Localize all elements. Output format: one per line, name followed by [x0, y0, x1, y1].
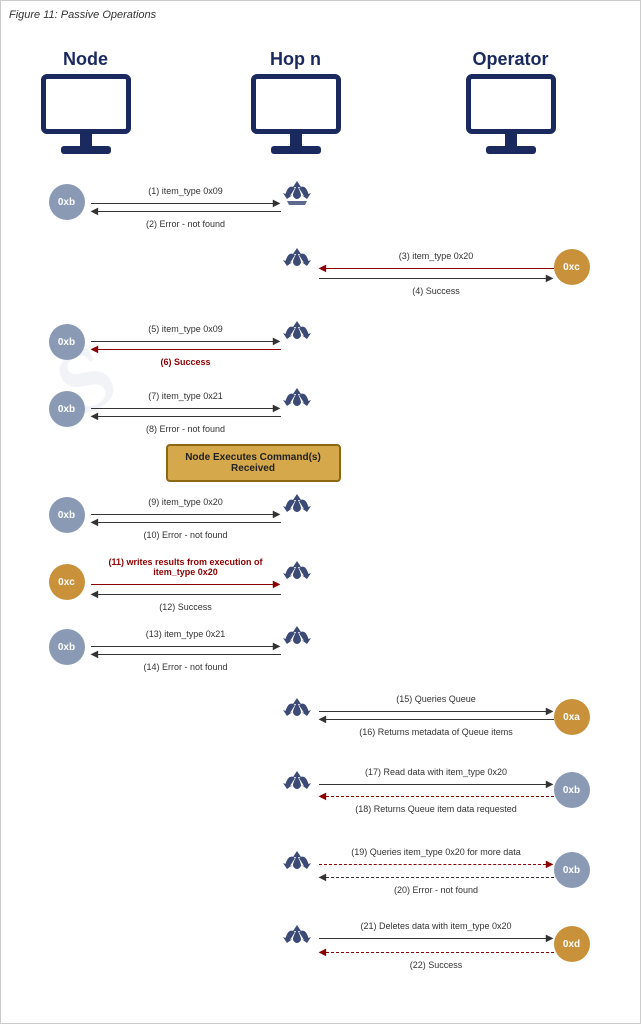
arrow-4: ▶ (4) Success: [319, 273, 554, 296]
badge-0xb-7: 0xb: [554, 852, 590, 888]
badge-0xb-4: 0xb: [49, 497, 85, 533]
hopn-screen: [251, 74, 341, 134]
recycle-2: [279, 244, 315, 280]
arrow-17: (17) Read data with item_type 0x20 ▶: [319, 767, 554, 790]
recycle-10: [279, 847, 315, 883]
arrow-3: (3) item_type 0x20 ◀: [319, 251, 554, 274]
operator-stand: [505, 134, 517, 146]
hopn-stand: [290, 134, 302, 146]
arrow-22: ◀ (22) Success: [319, 947, 554, 970]
badge-0xa: 0xa: [554, 699, 590, 735]
msg-18-text: (18) Returns Queue item data requested: [319, 804, 554, 814]
badge-0xc-2: 0xc: [49, 564, 85, 600]
recycle-11: [279, 921, 315, 957]
badge-0xb-2: 0xb: [49, 324, 85, 360]
arrow-18: ◀ (18) Returns Queue item data requested: [319, 791, 554, 814]
arrow-16: ◀ (16) Returns metadata of Queue items: [319, 714, 554, 737]
operator-screen: [466, 74, 556, 134]
msg-6-text: (6) Success: [91, 357, 281, 367]
recycle-3: [279, 317, 315, 353]
msg-16-text: (16) Returns metadata of Queue items: [319, 727, 554, 737]
arrow-20: ◀ (20) Error - not found: [319, 872, 554, 895]
msg-8-text: (8) Error - not found: [91, 424, 281, 434]
msg-3-text: (3) item_type 0x20: [319, 251, 554, 261]
badge-0xc-1: 0xc: [554, 249, 590, 285]
msg-11-text: (11) writes results from execution of it…: [91, 557, 281, 577]
arrow-19: (19) Queries item_type 0x20 for more dat…: [319, 847, 554, 870]
msg-15-text: (15) Queries Queue: [319, 694, 554, 704]
arrow-2: ◀ (2) Error - not found: [91, 206, 281, 229]
msg-2-text: (2) Error - not found: [91, 219, 281, 229]
arrow-12: ◀ (12) Success: [91, 589, 281, 612]
diagram: S Node Hop n Operator 0xb: [11, 29, 631, 1009]
msg-22-text: (22) Success: [319, 960, 554, 970]
operator-base: [486, 146, 536, 154]
hopn-label: Hop n: [270, 49, 321, 70]
msg-20-text: (20) Error - not found: [319, 885, 554, 895]
msg-7-text: (7) item_type 0x21: [91, 391, 281, 401]
recycle-9: [279, 767, 315, 803]
monitor-operator: Operator: [466, 49, 556, 154]
msg-10-text: (10) Error - not found: [91, 530, 281, 540]
operator-label: Operator: [472, 49, 548, 70]
arrow-10: ◀ (10) Error - not found: [91, 517, 281, 540]
recycle-4: [279, 384, 315, 420]
arrow-14: ◀ (14) Error - not found: [91, 649, 281, 672]
arrow-21: (21) Deletes data with item_type 0x20 ▶: [319, 921, 554, 944]
page: Figure 11: Passive Operations S Node Hop…: [0, 0, 641, 1024]
badge-0xb-3: 0xb: [49, 391, 85, 427]
arrow-11: (11) writes results from execution of it…: [91, 557, 281, 590]
figure-title: Figure 11: Passive Operations: [9, 9, 632, 21]
msg-5-text: (5) item_type 0x09: [91, 324, 281, 334]
badge-0xb-6: 0xb: [554, 772, 590, 808]
node-label: Node: [63, 49, 108, 70]
recycle-5: [279, 490, 315, 526]
node-stand: [80, 134, 92, 146]
msg-14-text: (14) Error - not found: [91, 662, 281, 672]
arrow-6: ◀ (6) Success: [91, 344, 281, 367]
node-base: [61, 146, 111, 154]
recycle-6: [279, 557, 315, 593]
badge-0xd: 0xd: [554, 926, 590, 962]
recycle-7: [279, 622, 315, 658]
monitor-hopn: Hop n: [251, 49, 341, 154]
msg-12-text: (12) Success: [91, 602, 281, 612]
recycle-1: [279, 177, 315, 213]
msg-9-text: (9) item_type 0x20: [91, 497, 281, 507]
msg-17-text: (17) Read data with item_type 0x20: [319, 767, 554, 777]
msg-1-text: (1) item_type 0x09: [91, 186, 281, 196]
hopn-base: [271, 146, 321, 154]
msg-19-text: (19) Queries item_type 0x20 for more dat…: [319, 847, 554, 857]
msg-13-text: (13) item_type 0x21: [91, 629, 281, 639]
monitor-node: Node: [41, 49, 131, 154]
recycle-8: [279, 694, 315, 730]
msg-21-text: (21) Deletes data with item_type 0x20: [319, 921, 554, 931]
node-screen: [41, 74, 131, 134]
command-box: Node Executes Command(s) Received: [166, 444, 341, 482]
badge-0xb-5: 0xb: [49, 629, 85, 665]
badge-0xb-1: 0xb: [49, 184, 85, 220]
arrow-8: ◀ (8) Error - not found: [91, 411, 281, 434]
msg-4-text: (4) Success: [319, 286, 554, 296]
